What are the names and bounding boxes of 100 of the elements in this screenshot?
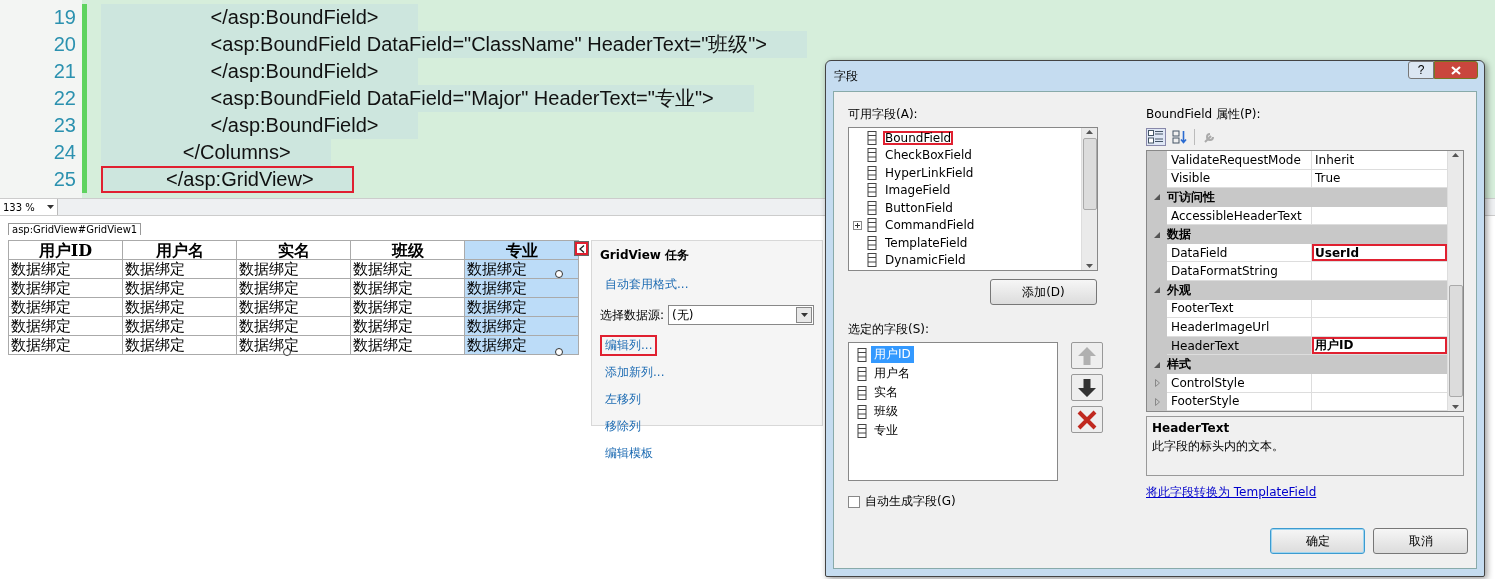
description-title: HeaderText [1152,421,1231,435]
column-header: 班级 [350,240,465,260]
field-icon [867,200,877,215]
list-item[interactable]: 班级 [871,403,901,420]
scroll-up-icon[interactable] [1452,153,1459,157]
window-title: 字段 [834,67,858,85]
scroll-down-icon[interactable] [1452,405,1459,409]
field-icon [867,218,877,233]
list-item[interactable]: CheckBoxField [883,148,974,163]
list-item[interactable]: ImageField [883,183,953,198]
close-icon [1451,65,1461,75]
list-item[interactable]: CommandField [883,218,977,233]
resize-handle[interactable] [555,270,563,278]
field-label: 选定的字段(S): [848,321,931,338]
list-item[interactable]: 实名 [871,384,901,401]
task-link[interactable]: 添加新列... [600,362,670,383]
close-button[interactable] [1434,61,1478,79]
resize-handle[interactable] [555,348,563,356]
category-header[interactable]: 数据 [1167,226,1191,244]
field-icon [857,423,867,438]
smart-tag-button[interactable] [574,241,589,256]
field-icon [867,165,877,180]
dialog-button[interactable]: 取消 [1373,528,1468,554]
field-icon [867,253,877,268]
collapse-icon[interactable] [1154,287,1160,294]
line-number: 19 [52,5,77,30]
field-icon [867,130,877,145]
checkbox-label: 自动生成字段(G) [865,493,956,510]
field-icon [867,235,877,250]
field-icon [857,366,867,381]
table-cell: 数据绑定 [122,297,237,317]
table-cell: 数据绑定 [8,259,123,279]
list-item[interactable]: 专业 [871,422,901,439]
dialog-button[interactable]: 确定 [1270,528,1365,554]
move-up-button[interactable] [1071,342,1103,369]
list-item[interactable]: ButtonField [883,200,955,215]
category-header[interactable]: 外观 [1167,281,1191,299]
selected-fields-list[interactable]: 用户ID 用户名 实名 班级 专业 [848,342,1058,481]
list-item[interactable]: BoundField [883,130,954,145]
table-cell: 数据绑定 [122,278,237,298]
field-icon [857,404,867,419]
list-item[interactable]: TemplateField [883,235,970,250]
field-icon [867,148,877,163]
categorized-view-icon[interactable] [1146,128,1166,146]
delete-button[interactable] [1071,406,1103,433]
up-arrow-icon [1077,345,1097,366]
list-item[interactable]: HyperLinkField [883,165,976,180]
line-number: 24 [52,140,77,165]
task-link[interactable]: 左移列 [600,389,646,410]
expand-icon[interactable] [853,220,862,230]
table-cell: 数据绑定 [236,316,351,336]
available-fields-list[interactable]: BoundField CheckBoxField HyperLinkField ImageField ButtonField CommandField TemplateField DynamicField [848,127,1098,271]
table-cell: 数据绑定 [122,316,237,336]
chevron-left-icon [578,244,585,253]
table-cell: 数据绑定 [350,297,465,317]
move-down-button[interactable] [1071,374,1103,401]
table-cell: 数据绑定 [236,259,351,279]
list-item[interactable]: DynamicField [883,253,968,268]
task-link[interactable]: 移除列 [600,416,646,437]
data-source-dropdown[interactable]: (无) [668,305,814,325]
convert-link[interactable]: 将此字段转换为 TemplateField [1146,484,1317,501]
column-header: 实名 [236,240,351,260]
list-item[interactable]: 用户名 [871,365,913,382]
table-cell: 数据绑定 [122,335,237,355]
column-header: 用户名 [122,240,237,260]
scrollbar[interactable] [1447,151,1463,411]
table-cell: 数据绑定 [8,278,123,298]
scrollbar[interactable] [1081,128,1097,270]
line-number: 22 [52,86,77,111]
checkbox[interactable] [848,495,860,508]
task-link[interactable]: 自动套用格式... [600,274,694,295]
scroll-up-icon[interactable] [1086,130,1093,134]
task-link[interactable]: 编辑列... [600,335,658,356]
table-cell: 数据绑定 [236,278,351,298]
table-cell: 数据绑定 [8,316,123,336]
field-icon [857,385,867,400]
line-number: 23 [52,113,77,138]
category-header[interactable]: 样式 [1167,356,1191,374]
property-value[interactable]: Inherit [1312,151,1447,170]
scroll-down-icon[interactable] [1086,264,1093,268]
table-cell: 数据绑定 [122,259,237,279]
table-cell: 数据绑定 [236,297,351,317]
table-cell: 数据绑定 [8,297,123,317]
panel-title: GridView 任务 [600,247,691,264]
category-header[interactable]: 可访问性 [1167,188,1215,206]
element-tag: asp:GridView#GridView1 [8,223,142,235]
table-cell: 数据绑定 [350,316,465,336]
table-cell: 数据绑定 [350,259,465,279]
column-header: 用户ID [8,240,123,260]
table-cell: 数据绑定 [8,335,123,355]
column-header: 专业 [464,240,579,260]
zoom-dropdown[interactable]: 133 % [0,199,58,215]
add-button[interactable]: 添加(D) [990,279,1097,305]
collapse-icon[interactable] [1154,231,1160,238]
collapse-icon[interactable] [1154,194,1160,201]
line-number: 25 [52,167,77,192]
help-button[interactable]: ? [1408,61,1434,79]
description-text: 此字段的标头内的文本。 [1152,439,1284,453]
collapse-icon[interactable] [1154,361,1160,368]
task-link[interactable]: 编辑模板 [600,443,658,464]
